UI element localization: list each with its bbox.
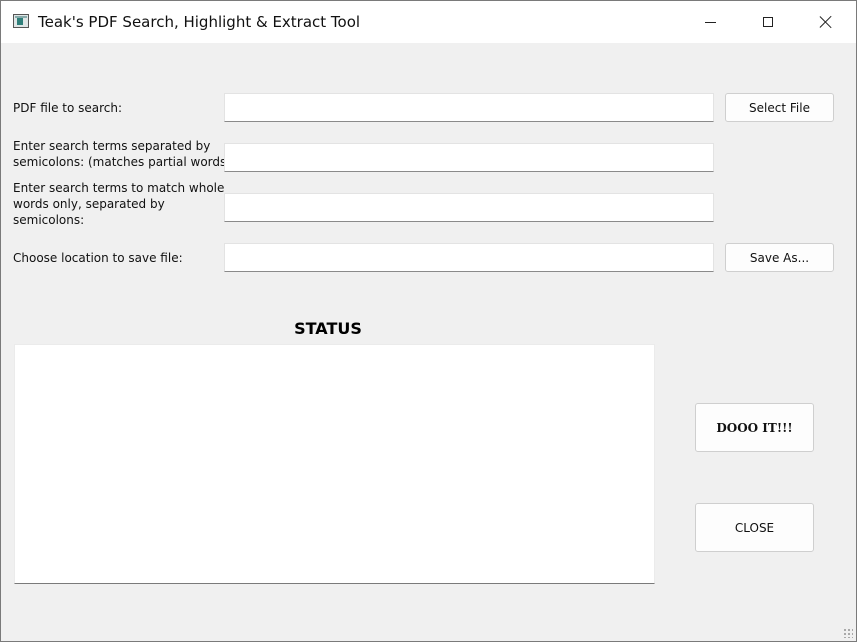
close-button[interactable]: CLOSE	[695, 503, 814, 552]
partial-terms-label-line: Enter search terms separated by	[13, 139, 211, 153]
save-location-input[interactable]	[224, 243, 714, 272]
whole-terms-input[interactable]	[224, 193, 714, 222]
partial-terms-label: Enter search terms separated by semicolo…	[13, 138, 231, 170]
save-location-label: Choose location to save file:	[13, 251, 183, 265]
select-file-button[interactable]: Select File	[725, 93, 834, 122]
resize-grip-icon[interactable]	[843, 628, 853, 638]
window-close-button[interactable]	[797, 1, 855, 43]
app-window: Teak's PDF Search, Highlight & Extract T…	[0, 0, 857, 642]
run-button[interactable]: DOOO IT!!!	[695, 403, 814, 452]
close-icon	[819, 15, 833, 29]
window-title: Teak's PDF Search, Highlight & Extract T…	[38, 13, 361, 31]
maximize-icon	[763, 17, 773, 27]
pdf-file-label: PDF file to search:	[13, 101, 123, 115]
pdf-file-input[interactable]	[224, 93, 714, 122]
status-title: STATUS	[294, 319, 362, 338]
whole-terms-label-line: semicolons:	[13, 213, 85, 227]
whole-terms-label: Enter search terms to match whole words …	[13, 180, 224, 228]
whole-terms-label-line: Enter search terms to match whole	[13, 181, 225, 195]
maximize-button[interactable]	[739, 1, 797, 43]
app-icon	[13, 14, 29, 28]
whole-terms-label-line: words only, separated by	[13, 197, 165, 211]
partial-terms-label-line: semicolons: (matches partial words)	[13, 155, 231, 169]
title-bar[interactable]: Teak's PDF Search, Highlight & Extract T…	[1, 1, 856, 43]
minimize-icon	[704, 21, 716, 23]
status-textarea[interactable]	[14, 344, 655, 584]
minimize-button[interactable]	[681, 1, 739, 43]
partial-terms-input[interactable]	[224, 143, 714, 172]
save-as-button[interactable]: Save As...	[725, 243, 834, 272]
